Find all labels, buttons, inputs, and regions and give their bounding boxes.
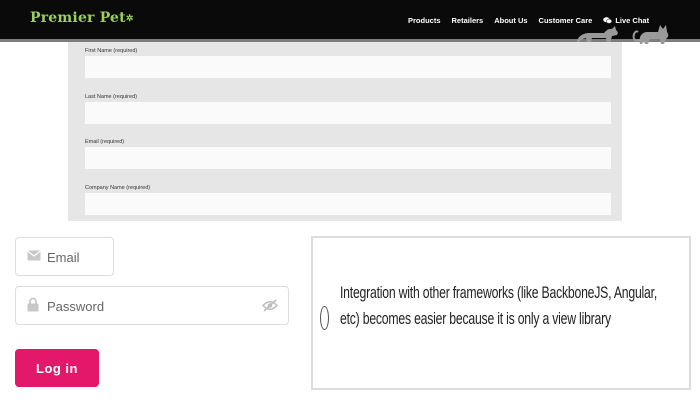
first-name-field[interactable] <box>85 56 611 78</box>
last-name-field[interactable] <box>85 102 611 124</box>
nav-products[interactable]: Products <box>408 16 441 25</box>
email-label: Email (required) <box>85 139 125 145</box>
contact-form: First Name (required) Last Name (require… <box>68 42 622 221</box>
password-input[interactable]: Password <box>15 286 289 325</box>
login-button[interactable]: Log in <box>15 349 99 387</box>
company-name-label: Company Name (required) <box>85 185 151 191</box>
nav-about-us[interactable]: About Us <box>494 16 527 25</box>
email-input[interactable]: Email <box>15 237 114 276</box>
envelope-icon <box>27 250 41 261</box>
site-header: Premier Pet✲ Products Retailers About Us… <box>0 0 700 44</box>
email-field[interactable] <box>85 147 611 169</box>
logo[interactable]: Premier Pet✲ <box>30 10 134 26</box>
last-name-label: Last Name (required) <box>85 94 137 100</box>
lock-icon <box>27 297 39 312</box>
first-name-label: First Name (required) <box>85 48 138 54</box>
option-text: Integration with other frameworks (like … <box>340 283 658 328</box>
logo-text: Premier Pet <box>30 10 126 26</box>
option-radio-button[interactable] <box>320 306 329 330</box>
password-placeholder: Password <box>47 299 105 314</box>
answer-option[interactable]: Integration with other frameworks (like … <box>311 236 691 390</box>
email-placeholder: Email <box>47 250 80 265</box>
eye-slash-icon[interactable] <box>262 299 278 312</box>
nav-retailers[interactable]: Retailers <box>452 16 484 25</box>
paw-icon: ✲ <box>125 14 134 24</box>
company-name-field[interactable] <box>85 193 611 215</box>
